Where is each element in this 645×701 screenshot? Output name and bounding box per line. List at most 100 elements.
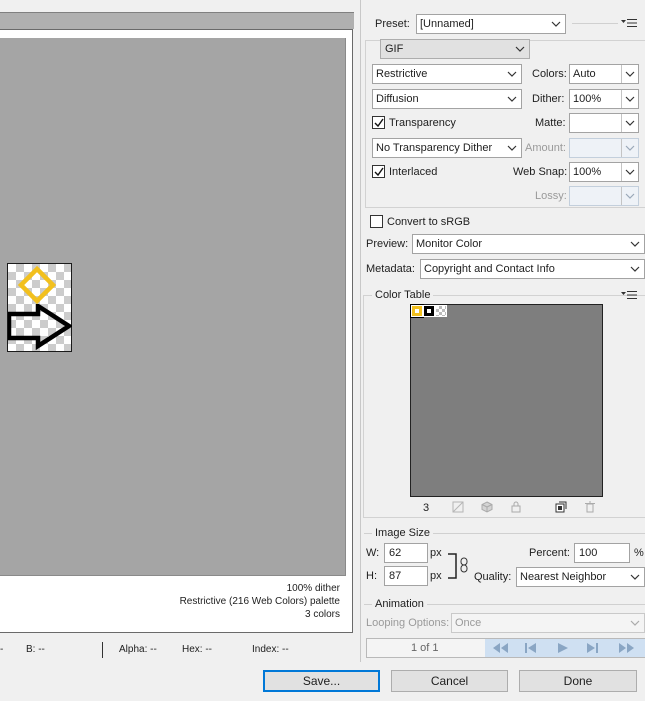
web-shift-icon[interactable] <box>481 501 493 513</box>
chevron-down-icon <box>625 96 635 102</box>
convert-srgb-checkbox[interactable] <box>370 215 383 228</box>
save-button[interactable]: Save... <box>263 670 380 692</box>
quality-value: Nearest Neighbor <box>520 571 607 583</box>
percent-value: 100 <box>579 547 598 559</box>
percent-label: Percent: <box>529 547 570 559</box>
info-dash: - <box>0 644 4 655</box>
websnap-label: Web Snap: <box>513 166 568 178</box>
dither-label: Dither: <box>532 93 565 105</box>
interlaced-checkbox[interactable] <box>372 165 385 178</box>
width-value: 62 <box>389 547 402 559</box>
dither-dropdown-button[interactable] <box>621 90 638 108</box>
panel-divider <box>360 0 361 662</box>
done-button[interactable]: Done <box>519 670 637 692</box>
preview-tab-bar <box>0 12 354 29</box>
previous-frame-icon[interactable] <box>523 643 539 653</box>
chevron-down-icon <box>625 169 635 175</box>
colors-label: Colors: <box>532 68 567 80</box>
reduction-value: Restrictive <box>376 68 428 80</box>
animation-title: Animation <box>372 597 427 611</box>
amount-dropdown-button <box>621 139 638 157</box>
link-icon[interactable] <box>460 557 468 573</box>
chevron-down-icon <box>507 145 517 151</box>
swatch-yellow[interactable] <box>410 304 424 318</box>
transparency-dither-select[interactable]: No Transparency Dither <box>372 138 522 158</box>
width-label: W: <box>366 547 380 559</box>
panel-menu-icon[interactable] <box>621 18 637 28</box>
matte-combo[interactable] <box>569 113 639 133</box>
metadata-value: Copyright and Contact Info <box>424 263 555 275</box>
height-label: H: <box>366 570 377 582</box>
cancel-button[interactable]: Cancel <box>391 670 508 692</box>
playback-controls <box>485 639 645 657</box>
swatch-black[interactable] <box>423 305 435 317</box>
format-value: GIF <box>385 43 404 55</box>
info-divider <box>102 642 103 658</box>
dither-combo[interactable]: 100% <box>569 89 639 109</box>
preview-select[interactable]: Monitor Color <box>412 234 645 254</box>
height-value: 87 <box>389 570 402 582</box>
next-frame-icon[interactable] <box>584 643 600 653</box>
lock-icon[interactable] <box>510 501 522 513</box>
image-preview[interactable] <box>7 263 72 352</box>
format-select[interactable]: GIF <box>380 39 530 59</box>
height-input[interactable]: 87 <box>384 566 428 586</box>
matte-label: Matte: <box>535 117 566 129</box>
chevron-down-icon <box>630 574 640 580</box>
preset-value: [Unnamed] <box>420 18 474 30</box>
width-input[interactable]: 62 <box>384 543 428 563</box>
trash-icon[interactable] <box>584 501 596 513</box>
status-palette: Restrictive (216 Web Colors) palette <box>179 596 340 607</box>
swatch-locked-dot <box>427 309 431 313</box>
new-color-icon[interactable] <box>555 501 567 513</box>
chevron-down-icon <box>625 193 635 199</box>
preview-canvas[interactable] <box>0 38 346 576</box>
color-table-grid[interactable] <box>410 304 603 497</box>
lossy-label: Lossy: <box>535 190 567 202</box>
transparency-label[interactable]: Transparency <box>389 116 456 130</box>
chevron-down-icon <box>630 620 640 626</box>
first-frame-icon[interactable] <box>491 643 511 653</box>
interlaced-label[interactable]: Interlaced <box>389 165 437 179</box>
swatch-transparent[interactable] <box>435 305 447 317</box>
colors-dropdown-button[interactable] <box>621 65 638 83</box>
transparency-checkbox[interactable] <box>372 116 385 129</box>
diamond-shape-icon <box>17 265 57 305</box>
play-icon[interactable] <box>557 643 569 653</box>
settings-panel: Preset: [Unnamed] GIF Restrictive Colors… <box>360 0 645 662</box>
info-hex: Hex: -- <box>182 644 212 655</box>
percent-input[interactable]: 100 <box>574 543 630 563</box>
dither-algorithm-value: Diffusion <box>376 93 419 105</box>
swatch-locked-dot <box>415 309 419 313</box>
info-alpha: Alpha: -- <box>119 644 157 655</box>
chevron-down-icon <box>507 96 517 102</box>
last-frame-icon[interactable] <box>617 643 637 653</box>
arrow-shape-icon <box>8 304 72 350</box>
preview-label: Preview: <box>366 238 409 250</box>
looping-select: Once <box>451 613 645 633</box>
metadata-select[interactable]: Copyright and Contact Info <box>420 259 645 279</box>
colors-value: Auto <box>573 68 596 80</box>
dither-value: 100% <box>573 93 602 105</box>
convert-srgb-label[interactable]: Convert to sRGB <box>387 215 470 229</box>
checkmark-icon <box>374 167 384 177</box>
chevron-down-icon <box>630 241 640 247</box>
preset-select[interactable]: [Unnamed] <box>416 14 566 34</box>
width-unit: px <box>430 547 442 559</box>
preset-label: Preset: <box>375 18 410 30</box>
dither-algorithm-select[interactable]: Diffusion <box>372 89 522 109</box>
metadata-label: Metadata: <box>366 263 415 275</box>
looping-value: Once <box>455 617 482 629</box>
map-transparency-icon[interactable] <box>452 501 464 513</box>
matte-dropdown-button[interactable] <box>621 114 638 132</box>
chevron-down-icon <box>625 120 635 126</box>
quality-select[interactable]: Nearest Neighbor <box>516 567 645 587</box>
websnap-combo[interactable]: 100% <box>569 162 639 182</box>
looping-label: Looping Options: <box>366 617 450 629</box>
colors-combo[interactable]: Auto <box>569 64 639 84</box>
amount-combo <box>569 138 639 158</box>
color-table-menu-icon[interactable] <box>621 290 637 300</box>
reduction-select[interactable]: Restrictive <box>372 64 522 84</box>
websnap-dropdown-button[interactable] <box>621 163 638 181</box>
lossy-dropdown-button <box>621 187 638 205</box>
